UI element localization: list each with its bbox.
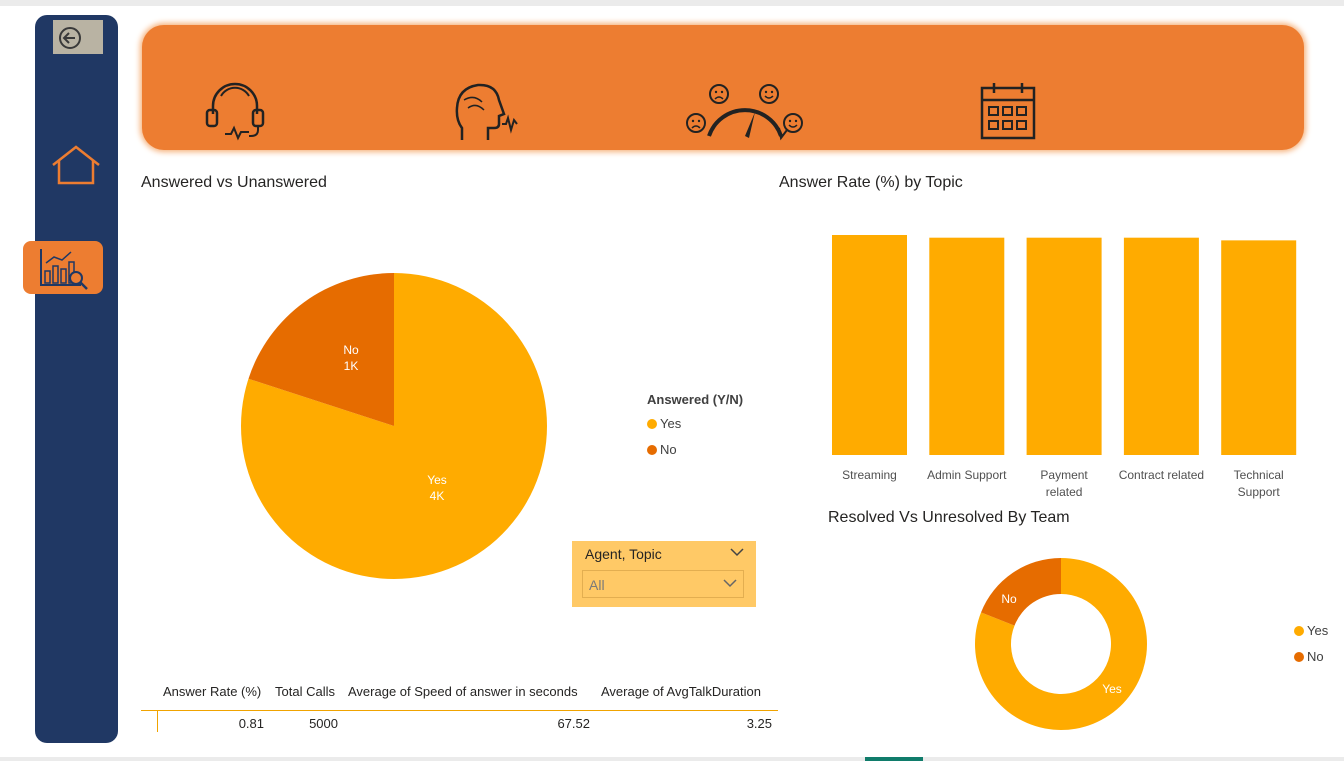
answer-rate-bar-chart: [832, 235, 1297, 455]
resolved-legend-item-no[interactable]: No: [1294, 649, 1324, 664]
bar-streaming[interactable]: [832, 235, 907, 455]
bar-label-contract-related: Contract related: [1118, 468, 1205, 482]
bar-label-admin-support: Admin Support: [927, 468, 1007, 482]
pie-value-no: 1K: [344, 359, 359, 373]
resolved-donut-chart: No Yes: [975, 558, 1147, 730]
dropdown-chevron-icon: [723, 579, 737, 588]
headset-agent-icon: [205, 82, 265, 141]
speaking-person-icon: [455, 83, 518, 140]
bar-label-technical-support: Technical Support: [1233, 468, 1284, 499]
top-border: [0, 0, 1344, 6]
home-button[interactable]: [50, 143, 102, 187]
chevron-down-icon[interactable]: [730, 547, 744, 557]
slicer-dropdown[interactable]: All: [582, 570, 744, 598]
bottom-border: [0, 757, 1344, 761]
bar-contract-related[interactable]: [1123, 237, 1199, 455]
answered-chart-title: Answered vs Unanswered: [141, 174, 327, 191]
analytics-chart-icon: [40, 249, 88, 290]
legend-item-no[interactable]: No: [647, 442, 677, 457]
bar-payment-related[interactable]: [1026, 237, 1102, 455]
home-icon: [52, 145, 100, 185]
bar-label-payment-related: Payment related: [1040, 468, 1088, 499]
bar-label-streaming: Streaming: [842, 468, 897, 482]
resolved-legend-dot-no: [1294, 651, 1304, 662]
calendar-icon: [980, 83, 1036, 140]
donut-slice-no[interactable]: [981, 558, 1061, 626]
bar-technical-support[interactable]: [1221, 240, 1297, 455]
legend-item-yes[interactable]: Yes: [647, 416, 681, 431]
donut-label-no: No: [1001, 592, 1017, 606]
pie-label-yes: Yes: [427, 473, 447, 487]
answer-rate-chart-title: Answer Rate (%) by Topic: [779, 174, 963, 191]
back-button[interactable]: [53, 20, 103, 54]
agent-topic-slicer: Agent, Topic All: [572, 541, 756, 607]
table-divider: [141, 710, 778, 711]
analytics-button[interactable]: [23, 241, 103, 294]
resolved-legend-label-yes: Yes: [1307, 623, 1329, 638]
resolved-legend-item-yes[interactable]: Yes: [1294, 623, 1328, 638]
table-header-speed-of-answer: Average of Speed of answer in seconds: [348, 684, 578, 699]
table-row-marker: [157, 711, 158, 732]
table-cell-total-calls: 5000: [309, 716, 338, 731]
page-tab-indicator: [865, 757, 923, 761]
slicer-title: Agent, Topic: [585, 546, 662, 562]
slicer-selected-value: All: [589, 577, 605, 593]
table-header-total-calls: Total Calls: [275, 684, 335, 699]
legend-label-yes: Yes: [660, 416, 682, 431]
resolved-chart-title: Resolved Vs Unresolved By Team: [828, 509, 1070, 526]
legend-dot-yes: [647, 418, 657, 429]
resolved-legend-label-no: No: [1307, 649, 1324, 664]
answered-legend-title: Answered (Y/N): [647, 392, 744, 407]
table-cell-answer-rate: 0.81: [238, 716, 264, 731]
table-cell-speed-of-answer: 67.52: [557, 716, 590, 731]
back-arrow-icon: [59, 27, 81, 49]
table-header-avg-talk-duration: Average of AvgTalkDuration: [601, 684, 761, 699]
answered-pie-chart: Yes 4K No 1K: [241, 273, 547, 579]
satisfaction-gauge-icon: [686, 84, 803, 141]
sidebar: [35, 15, 118, 743]
legend-label-no: No: [660, 442, 677, 457]
donut-label-yes: Yes: [1102, 682, 1122, 696]
pie-value-yes: 4K: [430, 489, 445, 503]
table-cell-avg-talk-duration: 3.25: [746, 716, 772, 731]
table-header-answer-rate: Answer Rate (%): [163, 684, 262, 699]
pie-label-no: No: [343, 343, 359, 357]
legend-dot-no: [647, 444, 657, 455]
resolved-legend-dot-yes: [1294, 625, 1304, 636]
bar-admin-support[interactable]: [929, 237, 1005, 455]
